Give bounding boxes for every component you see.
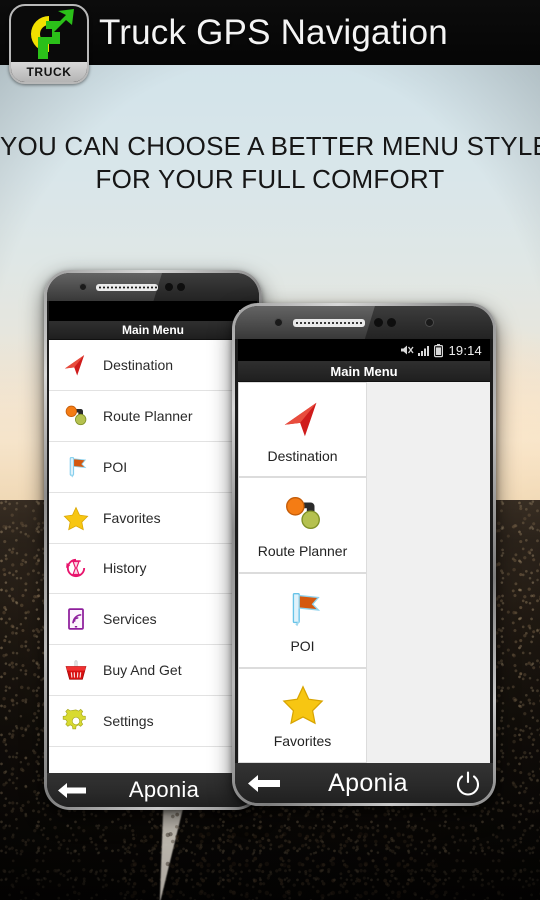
phone-right: 19:14 Main Menu Destination Route Planne… <box>232 303 496 806</box>
statusbar-icons <box>400 343 444 357</box>
main-menu-list: Destination Route Planner POI Favorites H… <box>49 340 257 773</box>
menu-item-label: Route Planner <box>103 407 193 424</box>
phone-left-footer: Aponia <box>47 773 259 807</box>
menu-item-icon <box>280 681 326 727</box>
menu-item-label: History <box>103 560 147 577</box>
menu-item-label: Favorites <box>103 509 161 526</box>
phone-left-body: Main Menu Destination Route Planner POI F… <box>44 270 262 810</box>
menu-item-icon <box>49 656 103 684</box>
menu-item-icon <box>49 504 103 532</box>
menu-list-item-route-planner[interactable]: Route Planner <box>49 390 257 442</box>
footer-brand: Aponia <box>328 768 408 797</box>
phone-right-screen: 19:14 Main Menu Destination Route Planne… <box>238 339 490 763</box>
phone-left-titlebar: Main Menu <box>49 321 257 340</box>
menu-grid-item-route-planner[interactable]: Route Planner <box>238 477 367 573</box>
route-planner-icon <box>285 496 320 529</box>
phone-right-statusbar: 19:14 <box>238 339 490 361</box>
phone-left-screen-title: Main Menu <box>122 323 184 337</box>
menu-list-item-services[interactable]: Services <box>49 594 257 646</box>
star-icon <box>63 506 89 530</box>
phone-left-top-bezel <box>47 273 259 301</box>
app-logo-badge-label: TRUCK <box>26 65 72 79</box>
menu-item-icon <box>280 586 326 632</box>
menu-item-label: Favorites <box>273 733 332 750</box>
page-title: Truck GPS Navigation <box>99 13 448 52</box>
menu-grid-item-poi[interactable]: POI <box>238 572 367 668</box>
menu-grid-item-favorites[interactable]: Favorites <box>238 667 367 763</box>
menu-item-icon <box>49 554 103 582</box>
menu-item-label: Route Planner <box>257 542 348 559</box>
app-logo-badge: TRUCK <box>11 62 87 82</box>
menu-item-label: Destination <box>267 447 338 464</box>
tablet-signal-icon <box>68 608 84 631</box>
menu-list-item-favorites[interactable]: Favorites <box>49 492 257 544</box>
tagline: YOU CAN CHOOSE A BETTER MENU STYLE FOR Y… <box>0 130 540 197</box>
flag-icon <box>292 593 320 627</box>
phone-right-body: 19:14 Main Menu Destination Route Planne… <box>232 303 496 806</box>
menu-item-label: Buy And Get <box>103 662 182 679</box>
signal-icon <box>418 346 430 356</box>
front-camera-icon <box>79 283 87 291</box>
phone-right-footer: Aponia <box>235 763 493 803</box>
app-logo-icon: TRUCK <box>9 4 89 84</box>
phone-left-face: Main Menu Destination Route Planner POI F… <box>47 273 259 807</box>
battery-icon <box>434 343 444 357</box>
menu-grid-item-destination[interactable]: Destination <box>238 382 367 478</box>
earpiece-speaker <box>96 284 158 291</box>
menu-item-label: Destination <box>103 356 174 373</box>
menu-list-item-destination[interactable]: Destination <box>49 340 257 391</box>
menu-item-icon <box>49 605 103 633</box>
phone-right-titlebar: Main Menu <box>238 361 490 382</box>
secondary-sensor-icon <box>425 318 434 327</box>
back-arrow-icon[interactable] <box>247 774 281 793</box>
statusbar-time: 19:14 <box>448 342 482 358</box>
phone-right-top-bezel <box>235 306 493 339</box>
hourglass-history-icon <box>66 559 86 578</box>
navigation-arrow-icon <box>64 355 85 376</box>
front-camera-icon <box>274 318 283 327</box>
phone-left: Main Menu Destination Route Planner POI F… <box>44 270 262 810</box>
footer-brand: Aponia <box>128 777 200 802</box>
mute-icon <box>401 345 414 355</box>
truck-gps-logo-glyph <box>31 9 74 59</box>
navigation-arrow-icon <box>284 402 316 436</box>
proximity-sensor-icon <box>165 283 173 291</box>
phone-right-screen-title: Main Menu <box>330 363 398 379</box>
light-sensor-icon <box>177 283 185 291</box>
earpiece-speaker <box>293 319 365 327</box>
gear-icon <box>62 708 86 730</box>
menu-item-icon <box>49 351 103 379</box>
light-sensor-icon <box>387 318 396 327</box>
flag-icon <box>69 456 87 478</box>
menu-item-label: Settings <box>103 713 154 730</box>
menu-item-icon <box>280 491 326 537</box>
menu-item-icon <box>49 453 103 481</box>
menu-item-icon <box>280 396 326 442</box>
proximity-sensor-icon <box>374 318 383 327</box>
menu-list-item-poi[interactable]: POI <box>49 441 257 493</box>
power-icon[interactable] <box>455 770 481 796</box>
tagline-line-2: FOR YOUR FULL COMFORT <box>95 164 445 195</box>
shopping-basket-icon <box>65 660 87 680</box>
menu-item-label: POI <box>290 638 315 655</box>
phone-left-screen: Main Menu Destination Route Planner POI F… <box>49 301 257 773</box>
menu-item-label: POI <box>103 458 128 475</box>
tagline-line-1: YOU CAN CHOOSE A BETTER MENU STYLE <box>0 131 540 161</box>
menu-item-icon <box>49 707 103 735</box>
back-arrow-icon[interactable] <box>57 782 87 799</box>
main-menu-grid: Destination Route Planner POIFavorites H… <box>238 382 490 763</box>
phone-left-statusbar <box>49 301 257 321</box>
route-planner-icon <box>65 405 87 425</box>
menu-item-icon <box>49 402 103 430</box>
menu-list-item-buy-and-get[interactable]: Buy And Get <box>49 645 257 697</box>
star-icon <box>282 685 323 725</box>
menu-list-item-history[interactable]: History <box>49 543 257 595</box>
menu-item-label: Services <box>103 611 157 628</box>
menu-list-item-settings[interactable]: Settings <box>49 696 257 747</box>
phone-right-face: 19:14 Main Menu Destination Route Planne… <box>235 306 493 803</box>
